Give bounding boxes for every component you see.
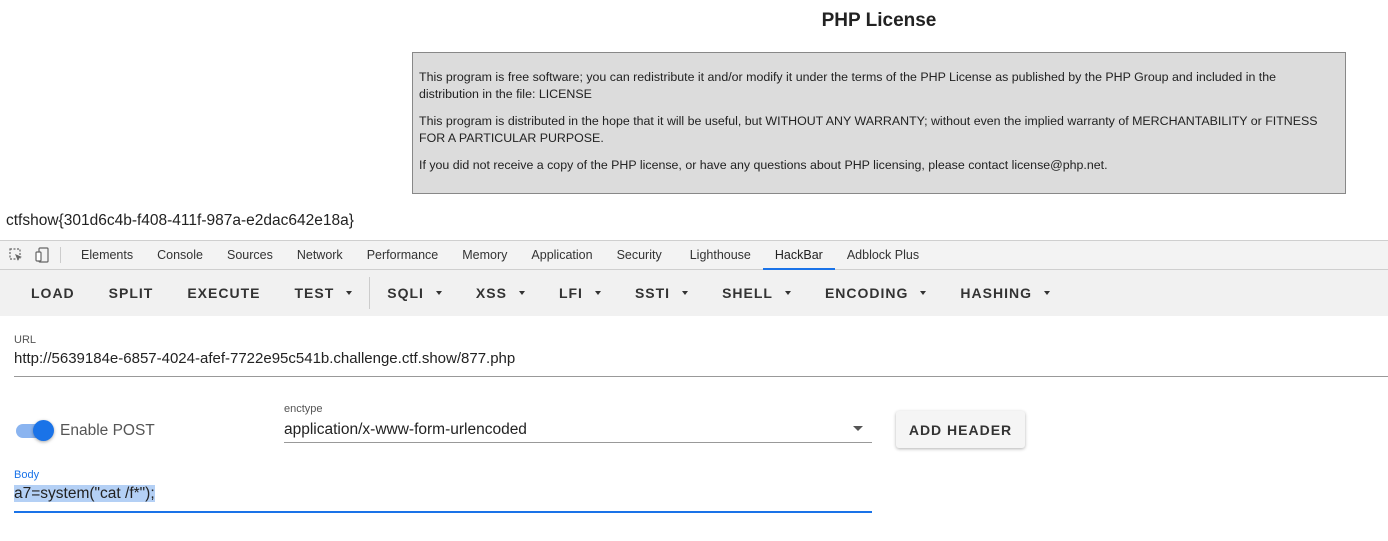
xss-menu-button[interactable]: XSS (459, 270, 542, 316)
hashing-label: HASHING (960, 285, 1032, 301)
chevron-down-icon (346, 291, 353, 295)
tab-performance[interactable]: Performance (355, 241, 451, 270)
body-input[interactable]: a7=system("cat /f*"); (14, 485, 155, 503)
add-header-button[interactable]: ADD HEADER (896, 411, 1025, 448)
license-paragraph: This program is distributed in the hope … (419, 114, 1318, 145)
chevron-down-icon (784, 291, 791, 295)
divider (60, 247, 61, 263)
sqli-menu-button[interactable]: SQLI (370, 270, 459, 316)
hashing-menu-button[interactable]: HASHING (943, 270, 1067, 316)
chevron-down-icon (435, 291, 442, 295)
load-button[interactable]: LOAD (0, 270, 92, 316)
chevron-down-icon (682, 291, 689, 295)
tab-lighthouse[interactable]: Lighthouse (678, 241, 763, 270)
chevron-down-icon (518, 291, 525, 295)
lfi-menu-button[interactable]: LFI (542, 270, 618, 316)
chevron-down-icon (594, 291, 601, 295)
test-label: TEST (294, 285, 335, 301)
tab-network[interactable]: Network (285, 241, 355, 270)
ssti-menu-button[interactable]: SSTI (618, 270, 705, 316)
split-button[interactable]: SPLIT (92, 270, 171, 316)
xss-label: XSS (475, 285, 507, 301)
add-header-label: ADD HEADER (908, 421, 1013, 438)
chevron-down-icon (920, 291, 927, 295)
load-label: LOAD (31, 285, 75, 301)
url-label: URL (14, 334, 37, 346)
url-input[interactable]: http://5639184e-6857-4024-afef-7722e95c5… (14, 350, 515, 367)
license-paragraph: If you did not receive a copy of the PHP… (419, 158, 1108, 172)
execute-button[interactable]: EXECUTE (170, 270, 277, 316)
encoding-menu-button[interactable]: ENCODING (808, 270, 943, 316)
enable-post-label: Enable POST (60, 422, 155, 439)
license-box: This program is free software; you can r… (412, 52, 1346, 194)
tab-elements[interactable]: Elements (69, 241, 145, 270)
tab-adblock-plus[interactable]: Adblock Plus (835, 241, 931, 270)
sqli-label: SQLI (387, 285, 424, 301)
test-menu-button[interactable]: TEST (277, 270, 369, 316)
lfi-label: LFI (558, 285, 583, 301)
hackbar-toolbar: LOAD SPLIT EXECUTE TEST SQLI XSS LFI SST… (0, 270, 1388, 316)
tab-memory[interactable]: Memory (450, 241, 519, 270)
enctype-underline (284, 442, 872, 443)
inspect-element-icon[interactable] (8, 247, 24, 263)
body-label: Body (14, 469, 40, 481)
tab-application[interactable]: Application (519, 241, 604, 270)
shell-label: SHELL (722, 285, 773, 301)
split-label: SPLIT (108, 285, 154, 301)
chevron-down-icon (1043, 291, 1050, 295)
toggle-knob[interactable] (33, 420, 54, 441)
shell-menu-button[interactable]: SHELL (705, 270, 808, 316)
tab-console[interactable]: Console (145, 241, 215, 270)
devtools-tab-bar: Elements Console Sources Network Perform… (0, 240, 1388, 270)
tab-security[interactable]: Security (605, 241, 678, 270)
url-underline (14, 376, 1388, 377)
encoding-label: ENCODING (824, 285, 909, 301)
chevron-down-icon[interactable] (853, 426, 863, 431)
tab-hackbar[interactable]: HackBar (762, 241, 835, 270)
ssti-label: SSTI (634, 285, 671, 301)
execute-label: EXECUTE (187, 285, 261, 301)
body-underline (14, 511, 872, 513)
page-title: PHP License (821, 10, 937, 31)
flag-output: ctfshow{301d6c4b-f408-411f-987a-e2dac642… (6, 212, 354, 229)
license-paragraph: This program is free software; you can r… (419, 70, 1277, 101)
enctype-select[interactable]: application/x-www-form-urlencoded (284, 421, 527, 439)
tab-sources[interactable]: Sources (215, 241, 285, 270)
device-toolbar-icon[interactable] (34, 247, 50, 263)
body-selected-text: a7=system("cat /f*"); (14, 485, 155, 502)
enctype-label: enctype (284, 403, 323, 415)
